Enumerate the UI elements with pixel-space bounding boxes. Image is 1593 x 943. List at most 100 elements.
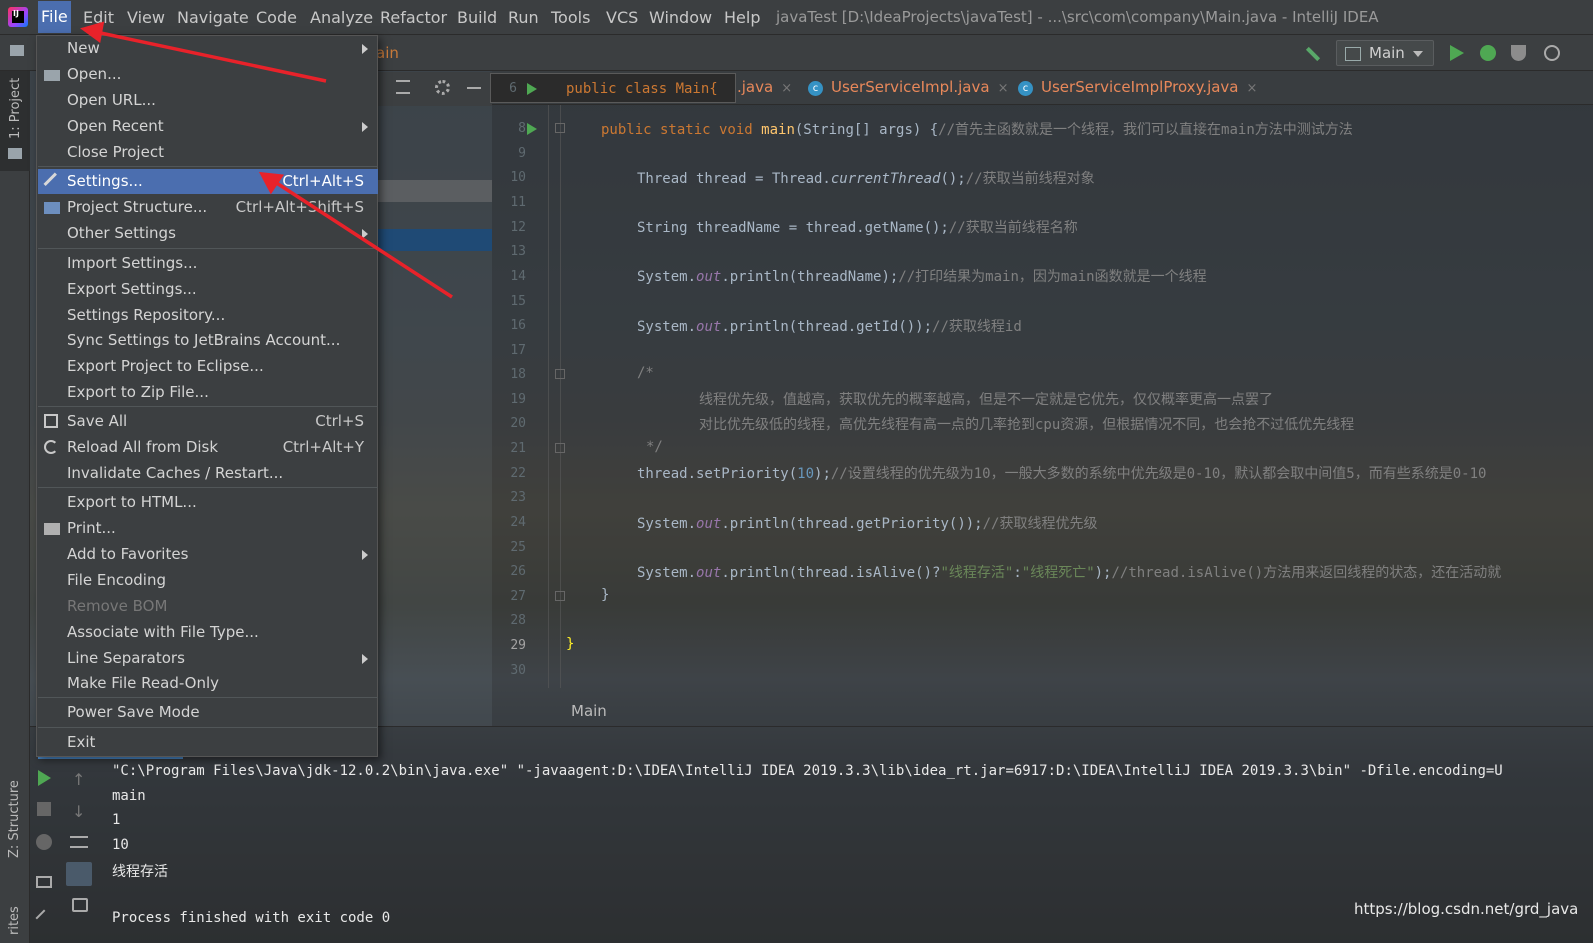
menu-item-exit[interactable]: Exit (38, 730, 378, 755)
menu-item-open-url[interactable]: Open URL... (38, 88, 378, 113)
console-line: 10 (112, 837, 129, 853)
menu-edit[interactable]: Edit (80, 7, 117, 29)
run-gutter-icon[interactable] (527, 123, 537, 135)
collapse-all-icon[interactable] (396, 80, 410, 94)
close-icon[interactable]: × (781, 81, 792, 96)
tool-tab-favorites-label[interactable]: rites (7, 906, 22, 935)
menu-navigate[interactable]: Navigate (174, 7, 252, 29)
close-icon[interactable]: × (1247, 81, 1258, 96)
menu-item-close-project[interactable]: Close Project (38, 140, 378, 165)
menu-item-file-encoding[interactable]: File Encoding (38, 568, 378, 593)
run-icon[interactable] (1450, 45, 1464, 61)
fold-marker-icon[interactable] (555, 443, 565, 453)
menu-run[interactable]: Run (505, 7, 542, 29)
code-line-29[interactable]: } (566, 636, 574, 652)
menu-tools[interactable]: Tools (548, 7, 593, 29)
code-token: 10 (797, 466, 815, 482)
debug-bug-icon[interactable] (36, 834, 52, 850)
menu-vcs[interactable]: VCS (603, 7, 641, 29)
soft-wrap-icon[interactable] (70, 836, 88, 848)
tool-tab-project-label[interactable]: 1: Project (8, 78, 23, 139)
menu-item-export-zip[interactable]: Export to Zip File... (38, 380, 378, 405)
fold-marker-icon[interactable] (555, 591, 565, 601)
menu-item-other-settings[interactable]: Other Settings (38, 221, 378, 246)
code-line-24[interactable]: System.out.println(thread.getPriority())… (637, 513, 1097, 533)
debug-bug-icon[interactable] (1480, 45, 1496, 61)
menu-item-save-all[interactable]: Save All Ctrl+S (38, 409, 378, 434)
code-line-8[interactable]: public static void main(String[] args) {… (601, 119, 1353, 139)
menu-help[interactable]: Help (721, 7, 763, 29)
nav-breadcrumb[interactable]: ain (376, 44, 399, 62)
menu-item-import-settings[interactable]: Import Settings... (38, 251, 378, 276)
menu-item-make-read-only[interactable]: Make File Read-Only (38, 671, 378, 696)
project-folder-icon[interactable] (10, 45, 24, 56)
menu-item-new[interactable]: New (38, 36, 378, 61)
code-line-19[interactable]: 线程优先级，值越高，获取优先的概率越高，但是不一定就是它优先，仅仅概率更高一点罢… (699, 389, 1273, 409)
layout-icon[interactable] (36, 876, 52, 888)
code-line-27[interactable]: } (601, 587, 609, 603)
close-icon[interactable]: × (998, 81, 1009, 96)
menu-item-line-separators[interactable]: Line Separators (38, 646, 378, 671)
code-line-22[interactable]: thread.setPriority(10);//设置线程的优先级为10，一般大… (637, 463, 1486, 483)
menu-analyze[interactable]: Analyze (307, 7, 376, 29)
project-tree-row-selected[interactable] (376, 229, 492, 251)
menu-item-reload-all[interactable]: Reload All from Disk Ctrl+Alt+Y (38, 435, 378, 460)
run-configuration-select[interactable]: Main (1336, 40, 1434, 66)
scroll-to-end-icon[interactable] (66, 862, 92, 886)
code-line-20[interactable]: 对比优先级低的线程，高优先线程有高一点的几率抢到cpu资源，但根据情况不同，也会… (699, 414, 1354, 434)
code-line-18[interactable]: /* (637, 365, 654, 381)
menu-item-print[interactable]: Print... (38, 516, 378, 541)
gutter-divider (548, 105, 549, 688)
run-gutter-icon[interactable] (527, 83, 537, 95)
code-line-10[interactable]: Thread thread = Thread.currentThread();/… (637, 168, 1095, 188)
menu-item-sync-settings[interactable]: Sync Settings to JetBrains Account... (38, 328, 378, 353)
menu-file[interactable]: File (38, 1, 71, 33)
code-line-16[interactable]: System.out.println(thread.getId());//获取线… (637, 316, 1022, 336)
code-line-26[interactable]: System.out.println(thread.isAlive()?"线程存… (637, 562, 1501, 582)
menu-separator (38, 406, 378, 407)
menu-item-project-structure[interactable]: Project Structure... Ctrl+Alt+Shift+S (38, 195, 378, 220)
menu-view[interactable]: View (124, 7, 168, 29)
code-line-21[interactable]: */ (646, 439, 663, 455)
profile-icon[interactable] (1544, 45, 1560, 61)
editor-breadcrumb[interactable]: Main (571, 702, 607, 720)
menu-refactor[interactable]: Refactor (377, 7, 450, 29)
coverage-shield-icon[interactable] (1511, 45, 1526, 61)
menu-item-power-save[interactable]: Power Save Mode (38, 700, 378, 725)
arrow-down-icon[interactable]: ↓ (72, 802, 85, 821)
menu-item-settings-repository[interactable]: Settings Repository... (38, 303, 378, 328)
fold-marker-icon[interactable] (555, 123, 565, 133)
code-line-14[interactable]: System.out.println(threadName);//打印结果为ma… (637, 266, 1207, 286)
menu-item-open-recent[interactable]: Open Recent (38, 114, 378, 139)
menu-item-open[interactable]: Open... (38, 62, 378, 87)
sticky-class-header[interactable]: 6 public class Main{ (490, 73, 736, 103)
menu-item-export-eclipse[interactable]: Export Project to Eclipse... (38, 354, 378, 379)
fold-marker-icon[interactable] (555, 369, 565, 379)
code-token: ); (1094, 565, 1112, 581)
minimize-icon[interactable] (467, 87, 481, 89)
menu-item-add-favorites[interactable]: Add to Favorites (38, 542, 378, 567)
menu-item-remove-bom[interactable]: Remove BOM (38, 594, 378, 619)
menu-item-settings[interactable]: Settings... Ctrl+Alt+S (38, 169, 378, 194)
editor-tab-userserviceimpl[interactable]: c UserServiceImpl.java × (808, 78, 1008, 96)
menu-item-associate-file-type[interactable]: Associate with File Type... (38, 620, 378, 645)
editor-tab-main[interactable]: .java × (737, 78, 792, 96)
menu-item-export-settings[interactable]: Export Settings... (38, 277, 378, 302)
menu-item-invalidate-caches[interactable]: Invalidate Caches / Restart... (38, 461, 378, 486)
tab-label: .java (737, 78, 774, 96)
code-line-12[interactable]: String threadName = thread.getName();//获… (637, 217, 1078, 237)
menu-build[interactable]: Build (454, 7, 500, 29)
print-icon[interactable] (72, 898, 88, 912)
menu-item-export-html[interactable]: Export to HTML... (38, 490, 378, 515)
code-token: thread.setPriority( (637, 466, 798, 482)
project-tree-row[interactable] (376, 180, 492, 202)
rerun-icon[interactable] (38, 770, 51, 786)
arrow-up-icon[interactable]: ↑ (72, 770, 85, 789)
build-hammer-icon[interactable] (1303, 44, 1323, 64)
gear-icon[interactable] (435, 80, 450, 95)
stop-icon[interactable] (37, 802, 51, 816)
menu-code[interactable]: Code (253, 7, 300, 29)
editor-tab-userserviceimplproxy[interactable]: c UserServiceImplProxy.java × (1018, 78, 1257, 96)
menu-window[interactable]: Window (646, 7, 715, 29)
tool-tab-structure-label[interactable]: Z: Structure (7, 780, 22, 858)
